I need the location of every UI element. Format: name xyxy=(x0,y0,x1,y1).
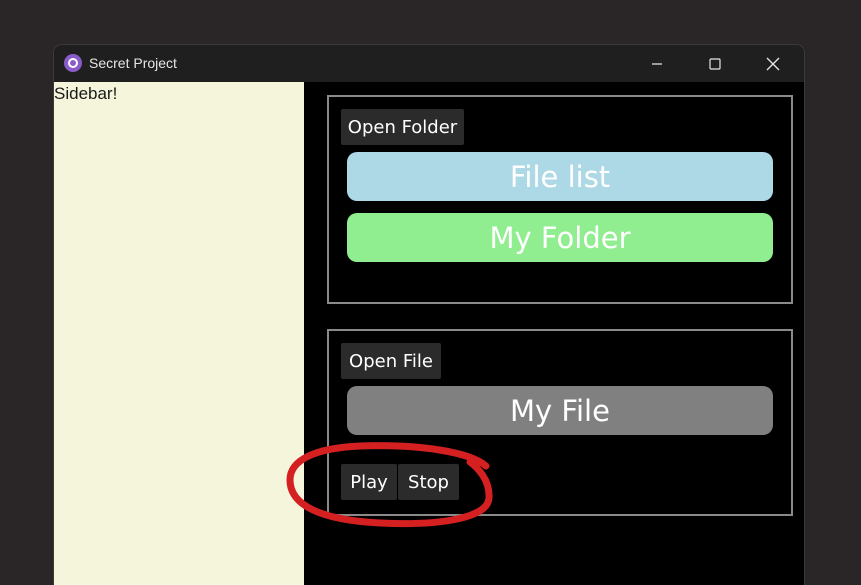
open-file-button[interactable]: Open File xyxy=(341,343,441,379)
file-item[interactable]: My File xyxy=(347,386,773,435)
file-list-bar[interactable]: File list xyxy=(347,152,773,201)
window-title: Secret Project xyxy=(89,55,177,71)
close-icon xyxy=(766,57,780,70)
close-button[interactable] xyxy=(744,45,802,82)
app-logo-icon xyxy=(64,54,82,72)
file-panel: Open File My File Play Stop xyxy=(327,329,793,516)
title-bar[interactable]: Secret Project xyxy=(54,45,804,82)
sidebar: Sidebar! xyxy=(54,82,304,585)
open-folder-button[interactable]: Open Folder xyxy=(341,109,464,145)
maximize-icon xyxy=(709,57,721,70)
minimize-icon xyxy=(652,62,662,65)
stop-button[interactable]: Stop xyxy=(398,464,459,500)
maximize-button[interactable] xyxy=(686,45,744,82)
sidebar-label: Sidebar! xyxy=(54,84,118,103)
folder-item[interactable]: My Folder xyxy=(347,213,773,262)
play-button[interactable]: Play xyxy=(341,464,397,500)
minimize-button[interactable] xyxy=(628,45,686,82)
folder-panel: Open Folder File list My Folder xyxy=(327,95,793,304)
app-window: Secret Project Sidebar! Open Folder File… xyxy=(54,45,804,585)
